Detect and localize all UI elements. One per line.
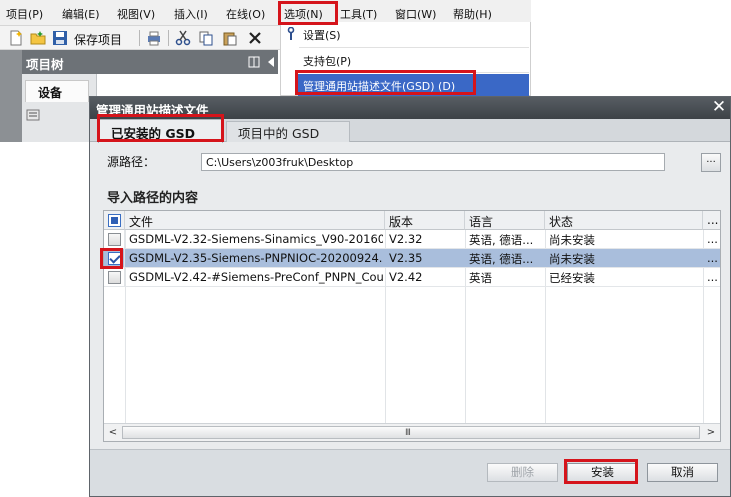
menu-item-manage-gsd[interactable]: 管理通用站描述文件(GSD) (D) <box>298 74 529 96</box>
menu-separator <box>299 72 529 73</box>
menu-online[interactable]: 在线(O) <box>226 6 265 22</box>
dialog-title: 管理通用站描述文件 <box>96 103 209 118</box>
menu-edit[interactable]: 编辑(E) <box>62 6 100 22</box>
devices-tab-label: 设备 <box>38 86 63 100</box>
dialog-tab-strip: 已安装的 GSD 项目中的 GSD <box>90 119 730 143</box>
menu-item-support-packages[interactable]: 支持包(P) <box>281 49 530 71</box>
row-more[interactable]: ... <box>707 270 718 284</box>
tab-installed-gsd-label: 已安装的 GSD <box>111 126 195 141</box>
gsd-file-table: 文件 版本 语言 状态 ... GSDML-V2.32-Siemens-Sina… <box>103 210 721 442</box>
browse-button[interactable]: ... <box>701 153 721 172</box>
column-header-language[interactable]: 语言 <box>465 211 545 230</box>
select-all-checkbox[interactable] <box>108 214 121 227</box>
close-icon[interactable]: ✕ <box>708 97 730 119</box>
row-checkbox-cell <box>104 249 125 268</box>
menu-insert[interactable]: 插入(I) <box>174 6 208 22</box>
cut-icon[interactable] <box>175 30 191 46</box>
wrench-icon <box>287 27 295 40</box>
source-path-input[interactable] <box>201 153 665 171</box>
copy-icon[interactable] <box>198 30 214 46</box>
menu-separator <box>299 47 529 48</box>
toolbar-separator <box>168 30 169 46</box>
delete-button[interactable]: 删除 <box>487 463 558 482</box>
row-status: 尚未安装 <box>549 233 595 247</box>
row-language: 英语, 德语... <box>469 252 534 266</box>
row-version: V2.32 <box>389 232 423 246</box>
dialog-titlebar: 管理通用站描述文件 ✕ <box>90 97 730 119</box>
menu-options[interactable]: 选项(N) <box>284 6 323 22</box>
toolbar-separator <box>139 30 140 46</box>
dialog-footer: 删除 安装 取消 <box>90 449 730 496</box>
device-tree-icon[interactable] <box>26 108 40 122</box>
menu-tools[interactable]: 工具(T) <box>340 6 377 22</box>
menu-item-settings[interactable]: 设置(S) <box>281 23 530 45</box>
column-header-file[interactable]: 文件 <box>125 211 385 230</box>
tab-project-gsd-label: 项目中的 GSD <box>238 126 320 141</box>
row-status: 已经安装 <box>549 271 595 285</box>
row-version: V2.35 <box>389 251 423 265</box>
scroll-right-arrow[interactable]: > <box>703 425 719 440</box>
menu-view[interactable]: 视图(V) <box>117 6 155 22</box>
manage-gsd-dialog: 管理通用站描述文件 ✕ 已安装的 GSD 项目中的 GSD 源路径： ... 导… <box>89 96 731 497</box>
menu-item-support-packages-label: 支持包(P) <box>303 55 352 68</box>
table-row[interactable]: GSDML-V2.42-#Siemens-PreConf_PNPN_Coupl.… <box>104 268 720 287</box>
row-more[interactable]: ... <box>707 232 718 246</box>
delete-icon[interactable] <box>247 30 263 46</box>
column-header-version[interactable]: 版本 <box>385 211 465 230</box>
tab-installed-gsd[interactable]: 已安装的 GSD <box>98 119 223 143</box>
tab-project-gsd[interactable]: 项目中的 GSD <box>226 121 350 142</box>
project-tree-title: 项目树 <box>26 57 64 72</box>
column-header-more[interactable]: ... <box>703 211 720 230</box>
scroll-grip: III <box>405 428 411 438</box>
row-file: GSDML-V2.42-#Siemens-PreConf_PNPN_Coupl.… <box>129 270 383 284</box>
row-version: V2.42 <box>389 270 423 284</box>
options-dropdown-menu: 设置(S) 支持包(P) 管理通用站描述文件(GSD) (D) <box>280 22 531 96</box>
row-checkbox-cell <box>104 268 125 287</box>
project-tree-header: 项目树 <box>22 50 278 74</box>
scroll-left-arrow[interactable]: < <box>105 425 121 440</box>
scroll-thumb[interactable]: III <box>122 426 700 439</box>
row-file: GSDML-V2.35-Siemens-PNPNIOC-20200924.x..… <box>129 251 383 265</box>
open-project-icon[interactable] <box>30 30 46 46</box>
row-language: 英语 <box>469 271 492 285</box>
import-path-content-label: 导入路径的内容 <box>107 191 199 206</box>
menu-project[interactable]: 项目(P) <box>6 6 43 22</box>
collapse-left-icon[interactable] <box>266 56 276 68</box>
tile-view-icon[interactable] <box>248 56 260 68</box>
devices-tab[interactable]: 设备 <box>25 80 89 102</box>
row-checkbox[interactable] <box>108 271 121 284</box>
cancel-button[interactable]: 取消 <box>647 463 718 482</box>
new-project-icon[interactable] <box>8 30 24 46</box>
table-row[interactable]: GSDML-V2.32-Siemens-Sinamics_V90-20160..… <box>104 230 720 249</box>
paste-icon[interactable] <box>222 30 238 46</box>
source-path-label: 源路径： <box>107 155 156 169</box>
print-icon[interactable] <box>146 30 162 46</box>
horizontal-scrollbar[interactable]: < III > <box>104 423 720 441</box>
row-language: 英语, 德语... <box>469 233 534 247</box>
save-project-label[interactable]: 保存项目 <box>74 31 122 48</box>
row-more[interactable]: ... <box>707 251 718 265</box>
row-checkbox[interactable] <box>108 233 121 246</box>
row-checkbox-cell <box>104 230 125 249</box>
row-checkbox-checked[interactable] <box>108 252 121 265</box>
row-status: 尚未安装 <box>549 252 595 266</box>
menu-window[interactable]: 窗口(W) <box>395 6 436 22</box>
table-row-selected[interactable]: GSDML-V2.35-Siemens-PNPNIOC-20200924.x..… <box>104 249 720 268</box>
select-all-header[interactable] <box>104 211 125 230</box>
toolbar: 保存项目 <box>0 26 290 50</box>
menu-item-manage-gsd-label: 管理通用站描述文件(GSD) (D) <box>303 80 456 93</box>
install-button[interactable]: 安装 <box>567 463 638 482</box>
menu-help[interactable]: 帮助(H) <box>453 6 492 22</box>
row-file: GSDML-V2.32-Siemens-Sinamics_V90-20160..… <box>129 232 383 246</box>
save-icon[interactable] <box>52 30 68 46</box>
column-header-status[interactable]: 状态 <box>545 211 703 230</box>
menu-item-settings-label: 设置(S) <box>303 29 341 42</box>
left-sidebar-strip <box>0 50 22 142</box>
